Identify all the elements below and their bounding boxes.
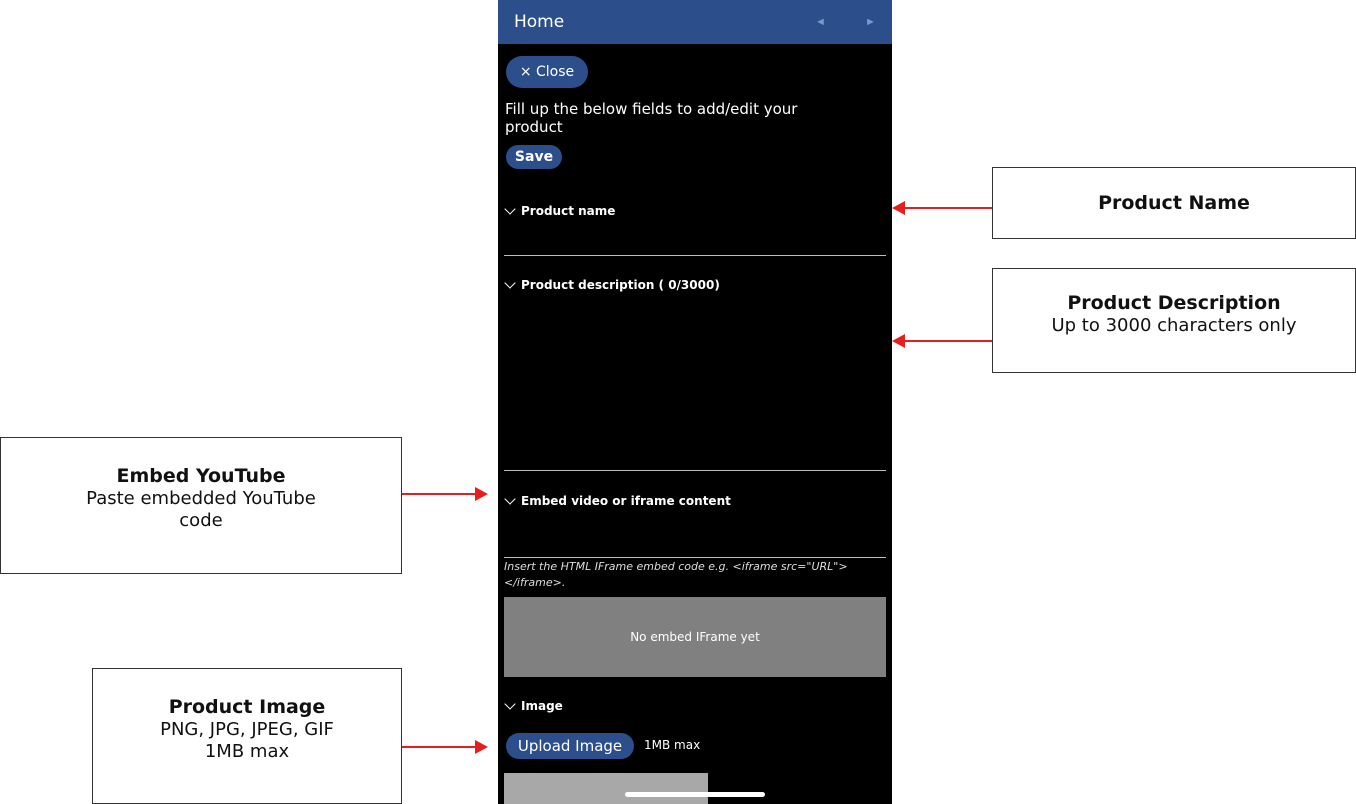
callout-product-name-title: Product Name xyxy=(1098,192,1250,214)
save-button[interactable]: Save xyxy=(506,145,562,169)
callout-product-description-title: Product Description xyxy=(1067,292,1281,314)
callout-product-name: Product Name xyxy=(992,167,1356,239)
callout-product-image: Product Image PNG, JPG, JPEG, GIF 1MB ma… xyxy=(92,668,402,804)
image-preview xyxy=(504,773,708,804)
chevron-down-icon xyxy=(504,493,516,505)
callout-product-image-formats: PNG, JPG, JPEG, GIF xyxy=(160,719,334,740)
upload-image-button[interactable]: Upload Image xyxy=(506,733,634,759)
close-button[interactable]: × Close xyxy=(506,56,588,88)
product-name-input[interactable] xyxy=(504,222,886,256)
image-label-text: Image xyxy=(521,699,563,713)
product-description-label-text: Product description ( 0/3000) xyxy=(521,278,720,292)
close-button-label: × Close xyxy=(519,64,575,80)
product-name-label-text: Product name xyxy=(521,204,616,218)
embed-code-input[interactable] xyxy=(504,512,886,558)
callout-embed-youtube-title: Embed YouTube xyxy=(116,465,286,487)
product-description-textarea[interactable] xyxy=(504,296,886,471)
callout-embed-youtube: Embed YouTube Paste embedded YouTube cod… xyxy=(0,437,402,574)
upload-size-note: 1MB max xyxy=(644,738,701,752)
product-name-label[interactable]: Product name xyxy=(504,203,616,218)
page-title: Home xyxy=(514,12,565,32)
image-label[interactable]: Image xyxy=(504,698,563,713)
product-description-label[interactable]: Product description ( 0/3000) xyxy=(504,277,720,292)
embed-preview: No embed IFrame yet xyxy=(504,597,886,677)
arrow-icon xyxy=(402,487,488,501)
forward-arrow-icon[interactable]: ► xyxy=(865,16,876,28)
callout-product-description: Product Description Up to 3000 character… xyxy=(992,268,1356,373)
arrow-icon xyxy=(892,334,992,348)
callout-embed-youtube-body: Paste embedded YouTube code xyxy=(86,488,316,531)
chevron-down-icon xyxy=(504,203,516,215)
top-bar: Home ◄ ► xyxy=(498,0,892,44)
callout-product-image-size: 1MB max xyxy=(204,741,290,762)
embed-hint: Insert the HTML IFrame embed code e.g. <… xyxy=(504,560,848,589)
chevron-down-icon xyxy=(504,277,516,289)
arrow-icon xyxy=(892,201,992,215)
embed-label-text: Embed video or iframe content xyxy=(521,494,731,508)
callout-product-image-title: Product Image xyxy=(168,696,326,718)
home-indicator xyxy=(625,792,765,797)
callout-product-description-body: Up to 3000 characters only xyxy=(1051,315,1297,336)
chevron-down-icon xyxy=(504,698,516,710)
intro-text: Fill up the below fields to add/edit you… xyxy=(505,100,798,136)
phone-screen: Home ◄ ► × Close Fill up the below field… xyxy=(498,0,892,804)
arrow-icon xyxy=(402,740,488,754)
embed-label[interactable]: Embed video or iframe content xyxy=(504,493,731,508)
back-arrow-icon[interactable]: ◄ xyxy=(815,16,826,28)
embed-preview-text: No embed IFrame yet xyxy=(630,630,760,644)
